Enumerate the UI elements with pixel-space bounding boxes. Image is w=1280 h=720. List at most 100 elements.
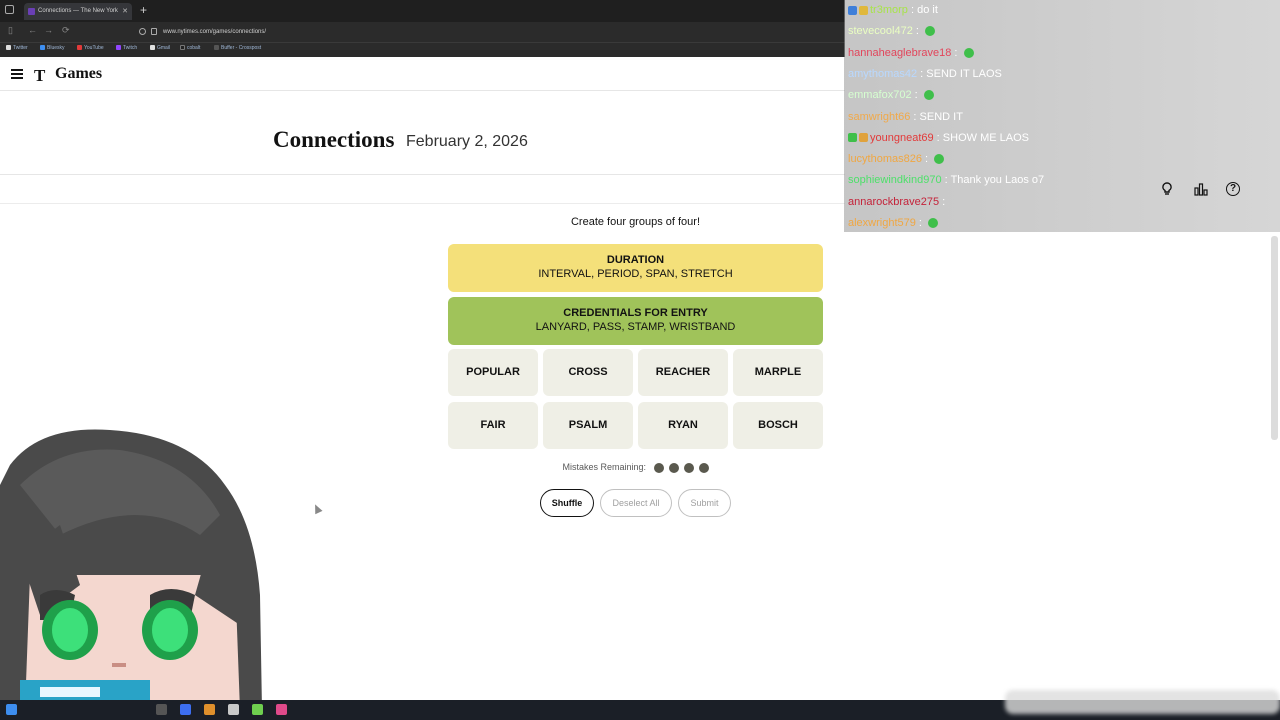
url-text: www.nytimes.com/games/connections/ xyxy=(163,29,267,35)
taskbar-vlc-icon[interactable] xyxy=(204,704,215,715)
new-tab-icon[interactable]: + xyxy=(140,3,147,17)
mistakes-label: Mistakes Remaining: xyxy=(562,462,646,472)
word-tile[interactable]: BOSCH xyxy=(733,402,823,449)
chat-emote-icon xyxy=(923,90,934,101)
chat-emote-icon xyxy=(928,218,939,229)
reload-icon[interactable]: ⟳ xyxy=(62,25,70,36)
site-info-icon[interactable] xyxy=(139,28,146,35)
chat-username[interactable]: tr3morp xyxy=(870,4,908,16)
chat-emote-icon xyxy=(963,47,974,58)
address-bar-row: ▯ ← → ⟳ www.nytimes.com/games/connection… xyxy=(0,22,845,42)
mistake-dot xyxy=(653,462,664,473)
cobalt-icon xyxy=(180,45,185,51)
bookmark-cobalt[interactable]: cobalt xyxy=(180,45,200,51)
chat-separator: : xyxy=(907,4,918,16)
chat-username[interactable]: stevecool472 xyxy=(848,25,913,37)
instructions: Create four groups of four! xyxy=(570,216,700,228)
group-title: CREDENTIALS FOR ENTRY xyxy=(563,307,708,319)
chat-message: sophiewindkind970 : Thank you Laos o7 xyxy=(848,170,1278,191)
chat-badge-icon xyxy=(859,133,868,143)
stats-icon[interactable] xyxy=(1194,182,1208,196)
bookmark-twitter[interactable]: Twitter xyxy=(6,45,28,51)
youtube-icon xyxy=(77,45,82,51)
page-scrollbar[interactable] xyxy=(1271,236,1278,440)
twitch-icon xyxy=(116,45,121,51)
chat-message: tr3morp : do it xyxy=(848,0,1278,21)
chat-badge-icon xyxy=(848,133,857,143)
taskbar-app-icon[interactable] xyxy=(156,704,167,715)
title-banner: Connections February 2, 2026 xyxy=(0,91,845,175)
browser-tab-bar: Connections — The New York ✕ + xyxy=(0,0,845,22)
mistakes-remaining: Mistakes Remaining: xyxy=(448,462,823,473)
x-logo-icon xyxy=(6,45,11,51)
start-icon[interactable] xyxy=(6,704,17,715)
bookmark-twitch[interactable]: Twitch xyxy=(116,45,137,51)
word-tile[interactable]: CROSS xyxy=(543,349,633,396)
deselect-all-button[interactable]: Deselect All xyxy=(600,489,672,517)
word-tile[interactable]: MARPLE xyxy=(733,349,823,396)
url-field[interactable]: www.nytimes.com/games/connections/ xyxy=(133,25,833,39)
taskbar-app-icon[interactable] xyxy=(228,704,239,715)
back-arrow-icon[interactable]: ← xyxy=(28,25,37,35)
chat-message: amythomas42 : SEND IT LAOS xyxy=(848,64,1278,85)
chat-text: SEND IT LAOS xyxy=(926,67,1002,80)
mouse-cursor-icon xyxy=(311,502,323,515)
sidebar-toggle-icon[interactable]: ▯ xyxy=(8,25,13,36)
word-tile[interactable]: REACHER xyxy=(638,349,728,396)
chat-username[interactable]: youngneat69 xyxy=(870,132,934,144)
games-brand[interactable]: Games xyxy=(55,65,102,83)
chat-separator: : xyxy=(911,89,921,102)
bookmark-bluesky[interactable]: Bluesky xyxy=(40,45,65,51)
nyt-logo-icon[interactable]: T xyxy=(34,66,45,86)
taskbar-browser-icon[interactable] xyxy=(276,704,287,715)
bookmark-youtube[interactable]: YouTube xyxy=(77,45,104,51)
butterfly-icon xyxy=(40,45,45,51)
mistake-dots xyxy=(649,462,709,473)
streamer-avatar xyxy=(0,425,265,710)
games-header: T Games xyxy=(0,57,845,91)
word-tile[interactable]: RYAN xyxy=(638,402,728,449)
chat-username[interactable]: emmafox702 xyxy=(848,89,912,101)
chat-message: hannaheaglebrave18 : xyxy=(848,43,1278,64)
chat-message: stevecool472 : xyxy=(848,21,1278,42)
taskbar-app-icon[interactable] xyxy=(180,704,191,715)
word-tile[interactable]: POPULAR xyxy=(448,349,538,396)
help-icon[interactable]: ? xyxy=(1226,182,1240,196)
chat-separator: : xyxy=(951,46,961,59)
bookmark-gmail[interactable]: Gmail xyxy=(150,45,170,51)
chat-message: alexwright579 : xyxy=(848,213,1278,234)
mistake-dot xyxy=(683,462,694,473)
chat-username[interactable]: hannaheaglebrave18 xyxy=(848,47,951,59)
taskbar-app-icon[interactable] xyxy=(252,704,263,715)
chat-separator: : xyxy=(922,153,932,166)
word-tile[interactable]: FAIR xyxy=(448,402,538,449)
group-members: INTERVAL, PERIOD, SPAN, STRETCH xyxy=(538,268,733,280)
chat-username[interactable]: annarockbrave275 xyxy=(848,196,939,208)
chat-badge-icon xyxy=(848,5,857,15)
tab-menu-icon[interactable] xyxy=(5,5,14,14)
chat-username[interactable]: lucythomas826 xyxy=(848,153,922,165)
chat-username[interactable]: alexwright579 xyxy=(848,217,916,229)
browser-tab-connections[interactable]: Connections — The New York ✕ xyxy=(24,3,132,20)
word-tile[interactable]: PSALM xyxy=(543,402,633,449)
tab-title: Connections — The New York xyxy=(38,8,118,14)
stream-chat-overlay: tr3morp : do it stevecool472 : hannaheagl… xyxy=(844,0,1280,232)
chat-username[interactable]: sophiewindkind970 xyxy=(848,174,942,186)
hint-bulb-icon[interactable] xyxy=(1160,182,1174,196)
shuffle-button[interactable]: Shuffle xyxy=(540,489,594,517)
hamburger-menu-icon[interactable] xyxy=(11,69,23,79)
bookmark-buffer[interactable]: Buffer - Crosspost xyxy=(214,45,261,51)
solved-group-green: CREDENTIALS FOR ENTRY LANYARD, PASS, STA… xyxy=(448,297,823,345)
tab-close-icon[interactable]: ✕ xyxy=(122,3,128,20)
chat-username[interactable]: amythomas42 xyxy=(848,68,917,80)
chat-username[interactable]: samwright66 xyxy=(848,111,910,123)
chat-message: lucythomas826 : xyxy=(848,149,1278,170)
nyt-favicon-icon xyxy=(28,8,35,15)
chat-message: youngneat69 : SHOW ME LAOS xyxy=(848,128,1278,149)
chat-message: annarockbrave275 : xyxy=(848,192,1278,213)
chat-emote-icon xyxy=(925,26,935,37)
chat-separator: : xyxy=(912,25,922,38)
submit-button[interactable]: Submit xyxy=(678,489,731,517)
forward-arrow-icon[interactable]: → xyxy=(44,25,53,35)
chat-message: emmafox702 : xyxy=(848,85,1278,106)
